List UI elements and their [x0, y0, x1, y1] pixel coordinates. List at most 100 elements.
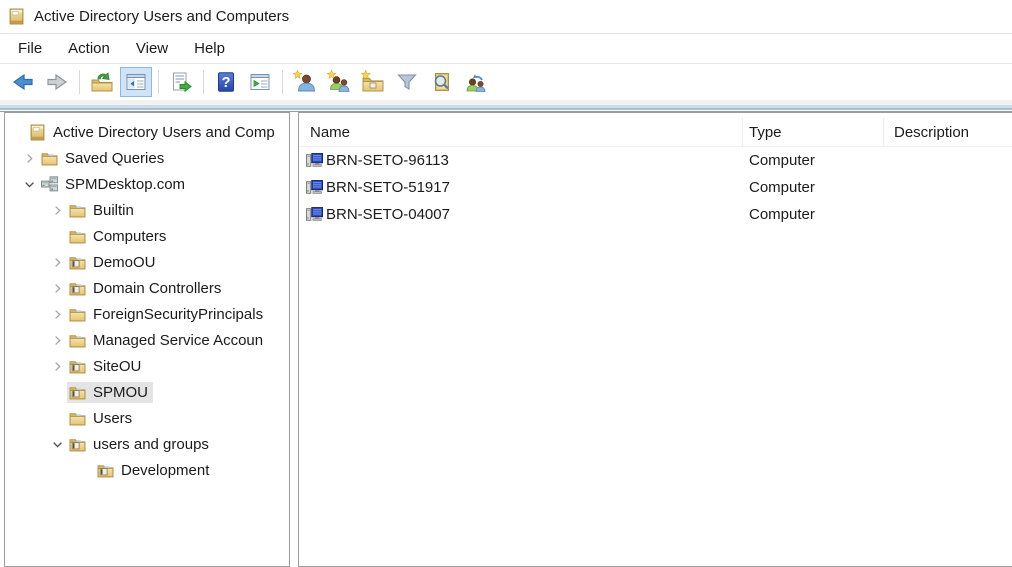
chevron-right-icon[interactable]	[47, 306, 67, 322]
tree-item-managed-service-accounts[interactable]: Managed Service Accoun	[5, 327, 289, 353]
users-refresh-icon	[463, 70, 487, 94]
ou-folder-icon	[69, 358, 86, 375]
menu-help[interactable]: Help	[181, 37, 238, 60]
find-icon	[429, 70, 453, 94]
list-item-computer[interactable]: BRN-SETO-04007 Computer	[299, 201, 1012, 228]
tree-item-spmou[interactable]: SPMOU	[5, 379, 289, 405]
action-pane-icon	[248, 70, 272, 94]
show-console-tree-button[interactable]	[120, 67, 152, 97]
set-filter-button[interactable]	[391, 67, 423, 97]
tree-item-foreignsecurityprincipals[interactable]: ForeignSecurityPrincipals	[5, 301, 289, 327]
back-button[interactable]	[7, 67, 39, 97]
tree-item-users-and-groups[interactable]: users and groups	[5, 431, 289, 457]
tree-item-root[interactable]: Active Directory Users and Comp	[5, 119, 289, 145]
title-bar: Active Directory Users and Computers	[0, 0, 1012, 34]
back-arrow-icon	[11, 70, 35, 94]
new-ou-icon	[361, 70, 385, 94]
tree-item-label: Domain Controllers	[93, 280, 221, 297]
computer-icon	[306, 179, 323, 196]
toolbar-separator	[158, 70, 159, 94]
expander-placeholder	[75, 462, 95, 478]
up-folder-icon	[90, 70, 114, 94]
create-new-group-button[interactable]	[323, 67, 355, 97]
tree-item-label: ForeignSecurityPrincipals	[93, 306, 263, 323]
help-button[interactable]	[210, 67, 242, 97]
chevron-right-icon[interactable]	[47, 202, 67, 218]
expander-placeholder	[47, 228, 67, 244]
tree-item-users[interactable]: Users	[5, 405, 289, 431]
tree-item-saved-queries[interactable]: Saved Queries	[5, 145, 289, 171]
chevron-down-icon[interactable]	[47, 436, 67, 452]
create-new-ou-button[interactable]	[357, 67, 389, 97]
chevron-right-icon[interactable]	[47, 280, 67, 296]
menu-action[interactable]: Action	[55, 37, 123, 60]
chevron-right-icon[interactable]	[47, 358, 67, 374]
computer-type: Computer	[743, 152, 884, 169]
export-list-icon	[169, 70, 193, 94]
tree-item-label: Managed Service Accoun	[93, 332, 263, 349]
computer-type: Computer	[743, 179, 884, 196]
tree-item-label: Users	[93, 410, 132, 427]
list-item-computer[interactable]: BRN-SETO-96113 Computer	[299, 147, 1012, 174]
tree-item-computers[interactable]: Computers	[5, 223, 289, 249]
menu-view[interactable]: View	[123, 37, 181, 60]
column-header-description[interactable]: Description	[884, 118, 1012, 146]
console-tree-pane: Active Directory Users and Comp Saved Qu…	[4, 112, 290, 567]
tree-item-domain-controllers[interactable]: Domain Controllers	[5, 275, 289, 301]
chevron-right-icon[interactable]	[47, 254, 67, 270]
toolbar-separator	[203, 70, 204, 94]
change-users-button[interactable]	[459, 67, 491, 97]
expander-placeholder	[7, 124, 27, 140]
toolbar	[0, 64, 1012, 100]
column-header-name[interactable]: Name	[299, 118, 743, 146]
tree-item-label: Active Directory Users and Comp	[53, 124, 275, 141]
results-list-pane: Name Type Description BRN-SETO-96113 Com…	[298, 112, 1012, 567]
up-one-level-button[interactable]	[86, 67, 118, 97]
toolbar-separator	[282, 70, 283, 94]
chevron-right-icon[interactable]	[47, 332, 67, 348]
tree-item-label: DemoOU	[93, 254, 156, 271]
ou-folder-icon	[69, 436, 86, 453]
forward-arrow-icon	[45, 70, 69, 94]
computer-name: BRN-SETO-04007	[326, 206, 450, 223]
chevron-down-icon[interactable]	[19, 176, 39, 192]
find-button[interactable]	[425, 67, 457, 97]
export-list-button[interactable]	[165, 67, 197, 97]
toolbar-bottom-band	[0, 100, 1012, 112]
computer-name: BRN-SETO-96113	[326, 152, 449, 169]
computer-name: BRN-SETO-51917	[326, 179, 450, 196]
menu-bar: File Action View Help	[0, 34, 1012, 64]
tree-item-spmdesktop-com[interactable]: SPMDesktop.com	[5, 171, 289, 197]
folder-icon	[69, 228, 86, 245]
column-header-type[interactable]: Type	[743, 118, 884, 146]
ou-folder-icon	[69, 280, 86, 297]
new-user-icon	[293, 70, 317, 94]
computer-icon	[306, 206, 323, 223]
toolbar-separator	[79, 70, 80, 94]
tree-item-siteou[interactable]: SiteOU	[5, 353, 289, 379]
tree-item-label: Development	[121, 462, 209, 479]
tree-item-builtin[interactable]: Builtin	[5, 197, 289, 223]
tree-item-demoou[interactable]: DemoOU	[5, 249, 289, 275]
filter-icon	[395, 70, 419, 94]
list-item-computer[interactable]: BRN-SETO-51917 Computer	[299, 174, 1012, 201]
tree-item-label: SPMDesktop.com	[65, 176, 185, 193]
folder-icon	[69, 306, 86, 323]
folder-icon	[69, 202, 86, 219]
computer-icon	[306, 152, 323, 169]
menu-file[interactable]: File	[5, 37, 55, 60]
chevron-right-icon[interactable]	[19, 150, 39, 166]
tree-item-label: SiteOU	[93, 358, 141, 375]
window-title: Active Directory Users and Computers	[34, 8, 289, 25]
console-tree-icon	[124, 70, 148, 94]
tree-item-label: Computers	[93, 228, 166, 245]
show-action-pane-button[interactable]	[244, 67, 276, 97]
tree-item-development[interactable]: Development	[5, 457, 289, 483]
help-icon	[214, 70, 238, 94]
ou-folder-icon	[69, 384, 86, 401]
ou-folder-icon	[69, 254, 86, 271]
app-directory-book-icon	[8, 8, 25, 25]
forward-button[interactable]	[41, 67, 73, 97]
create-new-user-button[interactable]	[289, 67, 321, 97]
workspace: Active Directory Users and Comp Saved Qu…	[0, 112, 1012, 567]
